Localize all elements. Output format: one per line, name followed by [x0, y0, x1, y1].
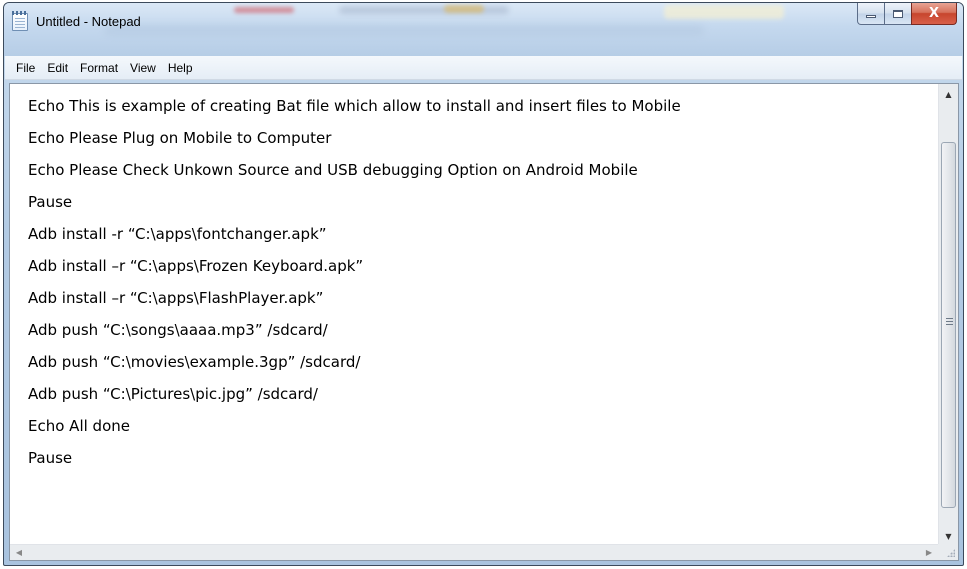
text-line: Adb install –r “C:\apps\FlashPlayer.apk” — [28, 289, 324, 307]
scroll-left-icon[interactable]: ◀ — [10, 545, 28, 560]
menu-view[interactable]: View — [124, 61, 162, 75]
text-line: Adb push “C:\movies\example.3gp” /sdcard… — [28, 353, 361, 371]
notepad-window: Untitled - Notepad X File Edit Format Vi… — [3, 2, 964, 566]
background-blur — [664, 5, 784, 19]
text-area[interactable]: Echo This is example of creating Bat fil… — [10, 84, 930, 546]
minimize-button[interactable] — [857, 3, 885, 25]
text-line: Pause — [28, 193, 73, 211]
background-blur — [234, 7, 294, 13]
close-icon: X — [928, 6, 940, 21]
text-line: Adb push “C:\Pictures\pic.jpg” /sdcard/ — [28, 385, 318, 403]
menu-bar: File Edit Format View Help — [5, 56, 962, 80]
menu-help[interactable]: Help — [162, 61, 199, 75]
close-button[interactable]: X — [911, 3, 957, 25]
resize-grip-icon[interactable] — [938, 544, 958, 560]
text-line: Echo All done — [28, 417, 130, 435]
text-line: Echo Please Plug on Mobile to Computer — [28, 129, 332, 147]
background-blur — [104, 25, 704, 35]
text-line: Pause — [28, 449, 73, 467]
horizontal-scrollbar[interactable]: ◀ ▶ — [10, 544, 938, 560]
editor: Echo This is example of creating Bat fil… — [9, 83, 959, 561]
maximize-button[interactable] — [884, 3, 912, 25]
caption-buttons: X — [857, 3, 957, 25]
window-title: Untitled - Notepad — [36, 14, 141, 29]
menu-format[interactable]: Format — [74, 61, 124, 75]
text-line: Adb install –r “C:\apps\Frozen Keyboard.… — [28, 257, 364, 275]
scroll-grip-icon — [946, 318, 953, 326]
menu-edit[interactable]: Edit — [41, 61, 74, 75]
scroll-thumb[interactable] — [941, 142, 956, 508]
minimize-icon — [866, 15, 876, 18]
scroll-right-icon[interactable]: ▶ — [920, 545, 938, 560]
title-bar[interactable]: Untitled - Notepad X — [4, 3, 963, 56]
text-line: Adb install -r “C:\apps\fontchanger.apk” — [28, 225, 327, 243]
menu-file[interactable]: File — [10, 61, 41, 75]
text-line: Adb push “C:\songs\aaaa.mp3” /sdcard/ — [28, 321, 328, 339]
maximize-icon — [893, 9, 903, 18]
text-line: Echo Please Check Unkown Source and USB … — [28, 161, 638, 179]
scroll-down-icon[interactable]: ▼ — [939, 526, 958, 546]
vertical-scrollbar[interactable]: ▲ ▼ — [938, 84, 958, 546]
scroll-up-icon[interactable]: ▲ — [939, 84, 958, 104]
notepad-icon[interactable] — [12, 11, 28, 31]
text-line: Echo This is example of creating Bat fil… — [28, 97, 681, 115]
background-blur — [444, 5, 484, 13]
